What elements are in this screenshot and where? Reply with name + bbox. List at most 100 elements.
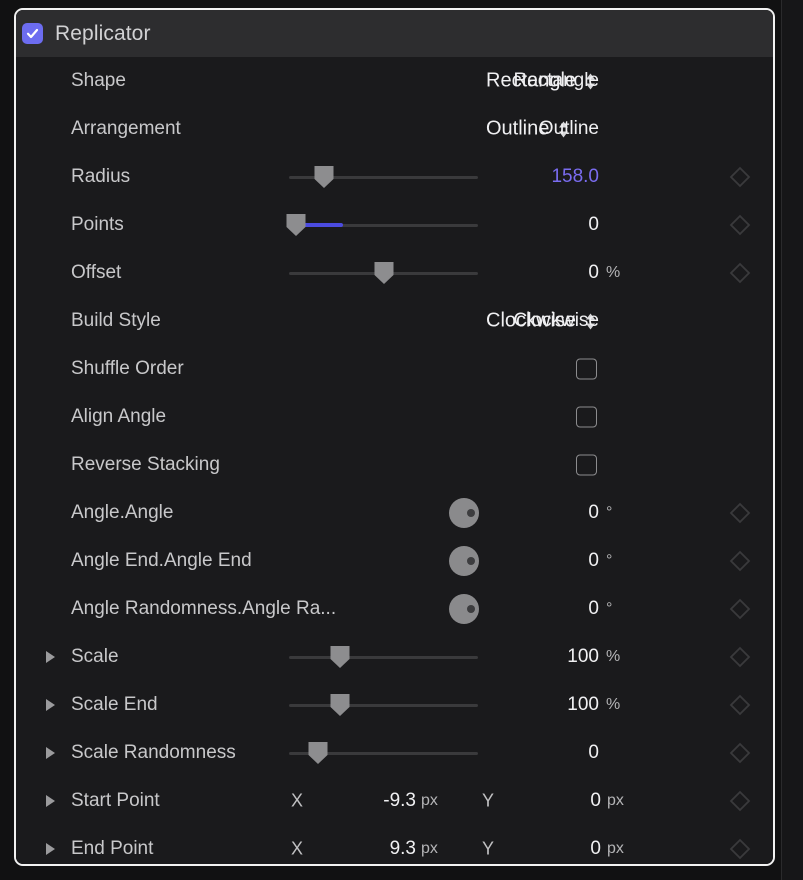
- slider-thumb-radius[interactable]: [314, 165, 335, 189]
- row-scale: Scale 100%: [16, 633, 773, 681]
- slider-scale-randomness[interactable]: [289, 742, 478, 764]
- y-value-start-point[interactable]: 0: [521, 790, 601, 812]
- row-angle-end: Angle End.Angle End 0 °: [16, 537, 773, 585]
- label-scale-randomness: Scale Randomness: [71, 742, 236, 763]
- slider-radius[interactable]: [289, 166, 478, 188]
- label-shape: Shape: [71, 70, 126, 91]
- x-value-end-point[interactable]: 9.3: [336, 838, 416, 860]
- label-end-point: End Point: [71, 838, 154, 859]
- row-angle-angle: Angle.Angle 0 °: [16, 489, 773, 537]
- y-value-end-point[interactable]: 0: [521, 838, 601, 860]
- keyframe-button-start-point[interactable]: [729, 790, 751, 812]
- value-scale-end[interactable]: 100: [506, 694, 599, 716]
- slider-track-scale-end: [289, 703, 478, 707]
- property-rows: Shape Rectangle Rectangle Arrangement Outlin…: [16, 57, 773, 864]
- value-points[interactable]: 0: [506, 214, 599, 236]
- value-build-style[interactable]: Clockwise: [506, 310, 599, 332]
- slider-thumb-points[interactable]: [286, 213, 307, 237]
- label-build-style: Build Style: [71, 310, 161, 331]
- disclosure-triangle-scale-randomness[interactable]: [46, 747, 55, 759]
- knob-indicator-angle-angle: [467, 509, 475, 517]
- x-unit-start-point: px: [421, 792, 438, 809]
- x-unit-end-point: px: [421, 840, 438, 857]
- keyframe-button-points[interactable]: [729, 214, 751, 236]
- label-radius: Radius: [71, 166, 131, 187]
- keyframe-button-scale-randomness[interactable]: [729, 742, 751, 764]
- label-arrangement: Arrangement: [71, 118, 181, 139]
- row-align-angle: Align Angle: [16, 393, 773, 441]
- row-radius: Radius 158.0: [16, 153, 773, 201]
- value-angle-end[interactable]: 0: [506, 550, 599, 572]
- slider-thumb-scale[interactable]: [330, 645, 351, 669]
- value-angle-randomness[interactable]: 0: [506, 598, 599, 620]
- x-value-start-point[interactable]: -9.3: [336, 790, 416, 812]
- replicator-inspector-window: Replicator Shape Rectangle Rectangle Arrang…: [0, 0, 803, 880]
- knob-angle-randomness[interactable]: [449, 594, 479, 624]
- row-angle-randomness: Angle Randomness.Angle Ra... 0 °: [16, 585, 773, 633]
- slider-thumb-offset[interactable]: [374, 261, 395, 285]
- label-angle-end: Angle End.Angle End: [71, 550, 252, 571]
- page-title: Replicator: [55, 21, 151, 45]
- slider-offset[interactable]: [289, 262, 478, 284]
- label-start-point: Start Point: [71, 790, 160, 811]
- label-shuffle-order: Shuffle Order: [71, 358, 184, 379]
- x-axis-label-start-point: X: [291, 790, 304, 811]
- value-scale-randomness[interactable]: 0: [506, 742, 599, 764]
- unit-scale: %: [606, 648, 621, 665]
- row-end-point: End Point X 9.3 px Y 0 px: [16, 825, 773, 864]
- slider-thumb-scale-end[interactable]: [330, 693, 351, 717]
- keyframe-button-scale-end[interactable]: [729, 694, 751, 716]
- y-unit-start-point: px: [607, 792, 624, 809]
- value-shape[interactable]: Rectangle: [506, 70, 599, 92]
- label-offset: Offset: [71, 262, 122, 283]
- disclosure-triangle-scale[interactable]: [46, 651, 55, 663]
- row-scale-end: Scale End 100%: [16, 681, 773, 729]
- keyframe-button-radius[interactable]: [729, 166, 751, 188]
- x-axis-label-end-point: X: [291, 838, 304, 859]
- label-angle-randomness: Angle Randomness.Angle Ra...: [71, 598, 337, 619]
- keyframe-button-angle-randomness[interactable]: [729, 598, 751, 620]
- keyframe-button-offset[interactable]: [729, 262, 751, 284]
- label-scale: Scale: [71, 646, 119, 667]
- value-scale[interactable]: 100: [506, 646, 599, 668]
- knob-indicator-angle-end: [467, 557, 475, 565]
- panel-header: Replicator: [16, 10, 773, 57]
- row-points: Points 0: [16, 201, 773, 249]
- panel-divider: [781, 0, 782, 880]
- replicator-panel: Replicator Shape Rectangle Rectangle Arrang…: [14, 8, 775, 866]
- keyframe-button-angle-end[interactable]: [729, 550, 751, 572]
- y-axis-label-end-point: Y: [482, 838, 495, 859]
- unit-angle-randomness: °: [606, 600, 613, 617]
- disclosure-triangle-scale-end[interactable]: [46, 699, 55, 711]
- unit-scale-end: %: [606, 696, 621, 713]
- slider-scale[interactable]: [289, 646, 478, 668]
- checkbox-reverse-stacking[interactable]: [576, 454, 597, 476]
- keyframe-button-angle-angle[interactable]: [729, 502, 751, 524]
- row-reverse-stacking: Reverse Stacking: [16, 441, 773, 489]
- scrollbar-gutter[interactable]: [781, 0, 803, 880]
- slider-points[interactable]: [286, 213, 478, 237]
- disclosure-triangle-end-point[interactable]: [46, 843, 55, 855]
- row-shape: Shape Rectangle Rectangle: [16, 57, 773, 105]
- value-offset[interactable]: 0: [506, 262, 599, 284]
- label-points: Points: [71, 214, 124, 235]
- slider-scale-end[interactable]: [289, 694, 478, 716]
- unit-offset: %: [606, 264, 621, 281]
- replicator-enable-checkbox[interactable]: [22, 23, 43, 44]
- label-reverse-stacking: Reverse Stacking: [71, 454, 220, 475]
- unit-angle-angle: °: [606, 504, 613, 521]
- keyframe-button-scale[interactable]: [729, 646, 751, 668]
- keyframe-button-end-point[interactable]: [729, 838, 751, 860]
- row-start-point: Start Point X -9.3 px Y 0 px: [16, 777, 773, 825]
- disclosure-triangle-start-point[interactable]: [46, 795, 55, 807]
- knob-angle-end[interactable]: [449, 546, 479, 576]
- slider-thumb-scale-randomness[interactable]: [308, 741, 329, 765]
- knob-angle-angle[interactable]: [449, 498, 479, 528]
- checkbox-align-angle[interactable]: [576, 406, 597, 428]
- value-radius[interactable]: 158.0: [506, 166, 599, 188]
- value-arrangement[interactable]: Outline: [506, 118, 599, 140]
- checkbox-shuffle-order[interactable]: [576, 358, 597, 380]
- row-build-style: Build Style Clockwise Clockwise: [16, 297, 773, 345]
- unit-angle-end: °: [606, 552, 613, 569]
- value-angle-angle[interactable]: 0: [506, 502, 599, 524]
